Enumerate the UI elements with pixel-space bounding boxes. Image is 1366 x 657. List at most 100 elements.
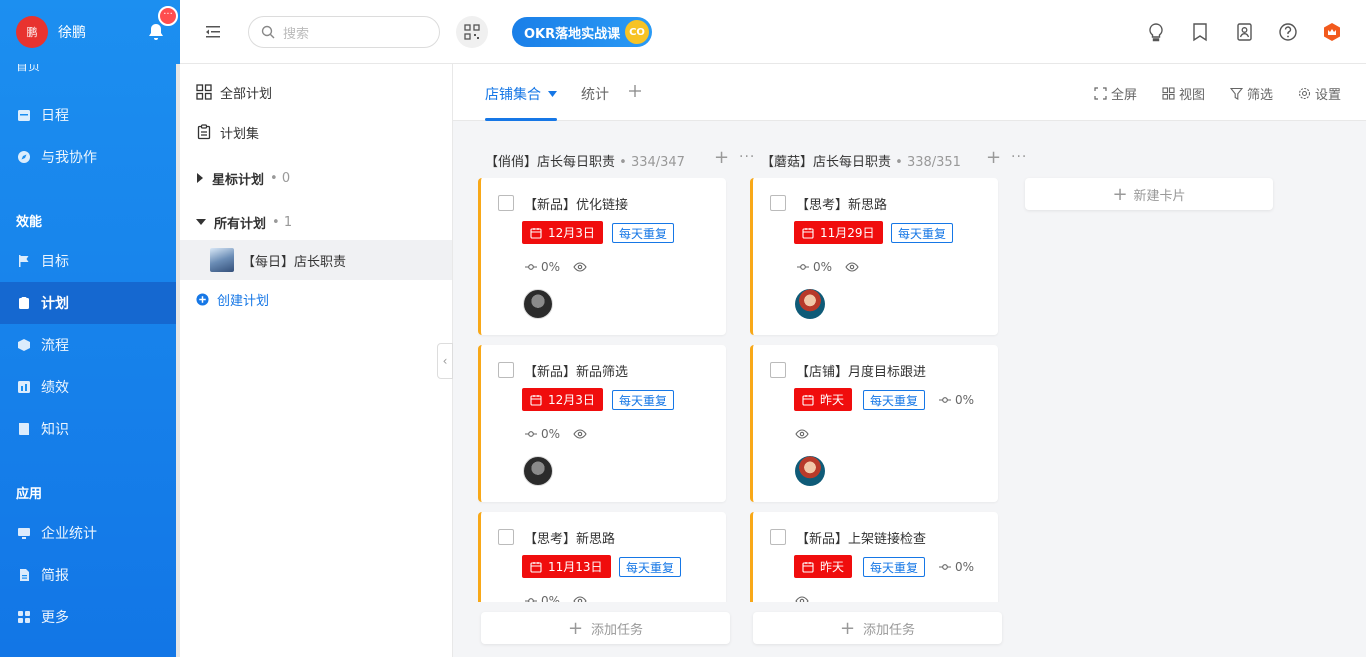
assignee-avatar[interactable]: [795, 289, 825, 319]
tab-store-collection[interactable]: 店铺集合: [485, 84, 558, 104]
task-checkbox[interactable]: [498, 195, 514, 211]
progress-value: 0%: [541, 594, 561, 602]
sidebar-item-more[interactable]: 更多: [0, 596, 176, 638]
task-card[interactable]: 【思考】新思路 11月13日 每天重复 0%: [478, 512, 726, 602]
repeat-tag[interactable]: 每天重复: [863, 390, 926, 410]
plan-item-daily[interactable]: 【每日】店长职责: [180, 240, 452, 280]
eye-icon[interactable]: [795, 594, 809, 602]
add-task-button[interactable]: + 添加任务: [753, 612, 1002, 644]
all-plans-group[interactable]: 所有计划 • 1: [180, 202, 452, 242]
task-checkbox[interactable]: [770, 195, 786, 211]
lightbulb-icon[interactable]: [1145, 21, 1167, 43]
sidebar-item-knowledge[interactable]: 知识: [0, 408, 176, 450]
avatar[interactable]: 鹏: [16, 16, 48, 48]
due-date-tag[interactable]: 11月13日: [522, 555, 611, 578]
column-add-icon[interactable]: +: [986, 147, 1001, 168]
column-more-icon[interactable]: ···: [1011, 149, 1027, 165]
section-efficiency: 效能: [16, 215, 43, 230]
eye-icon[interactable]: [573, 427, 587, 441]
task-checkbox[interactable]: [770, 362, 786, 378]
sidebar-item-plans[interactable]: 计划: [0, 282, 176, 324]
tab-statistics[interactable]: 统计: [581, 84, 609, 104]
due-date-text: 11月13日: [548, 560, 603, 574]
sidebar-item-goals[interactable]: 目标: [0, 240, 176, 282]
task-card[interactable]: 【思考】新思路 11月29日 每天重复 0%: [750, 178, 998, 335]
task-card[interactable]: 【新品】上架链接检查 昨天 每天重复 0%: [750, 512, 998, 602]
due-date-tag[interactable]: 12月3日: [522, 388, 603, 411]
column-mogu: 【思考】新思路 11月29日 每天重复 0% 【店铺】月度目标跟进 昨天 每天重…: [750, 178, 1000, 602]
sidebar-item-label: 日程: [41, 108, 69, 124]
column-title: 【蘑菇】店长每日职责: [761, 155, 892, 170]
repeat-tag[interactable]: 每天重复: [612, 223, 675, 243]
task-card[interactable]: 【店铺】月度目标跟进 昨天 每天重复 0%: [750, 345, 998, 502]
due-date-tag[interactable]: 昨天: [794, 555, 853, 578]
sidebar-item-label: 简报: [41, 568, 69, 584]
board-header: 店铺集合 统计 全屏 视图 筛选 设置: [453, 64, 1366, 121]
column-more-icon[interactable]: ···: [739, 149, 755, 165]
caret-right-icon: [197, 173, 203, 183]
okr-course-banner[interactable]: OKR落地实战课 CO: [512, 17, 652, 47]
user-name[interactable]: 徐鹏: [58, 22, 86, 42]
section-apps: 应用: [16, 487, 43, 502]
collapse-panel-handle[interactable]: ‹: [437, 343, 453, 379]
column-header-qiaoqiao[interactable]: 【俏俏】店长每日职责 • 334/347: [485, 151, 685, 170]
fullscreen-button[interactable]: 全屏: [1094, 84, 1137, 103]
eye-icon[interactable]: [795, 427, 809, 441]
eye-icon[interactable]: [573, 594, 587, 602]
help-icon[interactable]: [1277, 21, 1299, 43]
contacts-icon[interactable]: [1233, 21, 1255, 43]
eye-icon[interactable]: [573, 260, 587, 274]
create-plan-button[interactable]: 创建计划: [180, 279, 452, 319]
task-checkbox[interactable]: [498, 362, 514, 378]
task-card[interactable]: 【新品】新品筛选 12月3日 每天重复 0%: [478, 345, 726, 502]
repeat-tag[interactable]: 每天重复: [619, 557, 682, 577]
due-date-tag[interactable]: 12月3日: [522, 221, 603, 244]
assignee-avatar[interactable]: [523, 289, 553, 319]
sidebar-item-stats[interactable]: 企业统计: [0, 512, 176, 554]
add-task-button[interactable]: + 添加任务: [481, 612, 730, 644]
qrcode-button[interactable]: [456, 16, 488, 48]
filter-button[interactable]: 筛选: [1230, 84, 1273, 103]
bookmark-icon[interactable]: [1189, 21, 1211, 43]
all-plans-item[interactable]: 全部计划: [180, 72, 452, 112]
flag-icon: [19, 255, 29, 267]
sidebar-item-home[interactable]: 首页: [16, 64, 40, 76]
progress-indicator: 0%: [939, 560, 974, 574]
plan-item-label: 【每日】店长职责: [242, 254, 347, 270]
plan-sets-item[interactable]: 计划集: [180, 112, 452, 152]
assignee-avatar[interactable]: [523, 456, 553, 486]
view-button[interactable]: 视图: [1162, 84, 1205, 103]
new-card-button[interactable]: + 新建卡片: [1025, 178, 1273, 210]
add-tab-icon[interactable]: [628, 84, 642, 98]
task-card[interactable]: 【新品】优化链接 12月3日 每天重复 0%: [478, 178, 726, 335]
starred-plans-group[interactable]: 星标计划 • 0: [180, 158, 452, 198]
due-date-tag[interactable]: 11月29日: [794, 221, 883, 244]
sidebar-item-label: 绩效: [41, 380, 69, 396]
repeat-tag[interactable]: 每天重复: [612, 390, 675, 410]
calendar-icon: [802, 227, 814, 239]
crown-icon[interactable]: [1321, 21, 1343, 43]
progress-icon: [525, 598, 537, 602]
eye-icon[interactable]: [845, 260, 859, 274]
column-header-mogu[interactable]: 【蘑菇】店长每日职责 • 338/351: [761, 151, 961, 170]
progress-indicator: 0%: [797, 260, 832, 274]
sidebar-item-schedule[interactable]: 日程: [0, 94, 176, 136]
plan-sets-label: 计划集: [220, 126, 260, 142]
sidebar-item-briefing[interactable]: 简报: [0, 554, 176, 596]
sidebar-item-performance[interactable]: 绩效: [0, 366, 176, 408]
collapse-menu-icon[interactable]: [204, 23, 222, 41]
task-checkbox[interactable]: [498, 529, 514, 545]
add-task-label: 添加任务: [591, 622, 644, 638]
assignee-avatar[interactable]: [795, 456, 825, 486]
progress-value: 0%: [955, 560, 975, 574]
search-input[interactable]: 搜索: [248, 16, 440, 48]
column-add-icon[interactable]: +: [714, 147, 729, 168]
notification-badge[interactable]: ···: [158, 6, 178, 26]
sidebar-item-process[interactable]: 流程: [0, 324, 176, 366]
due-date-tag[interactable]: 昨天: [794, 388, 853, 411]
task-checkbox[interactable]: [770, 529, 786, 545]
settings-button[interactable]: 设置: [1298, 84, 1341, 103]
repeat-tag[interactable]: 每天重复: [891, 223, 954, 243]
sidebar-item-collab[interactable]: 与我协作: [0, 136, 176, 178]
repeat-tag[interactable]: 每天重复: [863, 557, 926, 577]
